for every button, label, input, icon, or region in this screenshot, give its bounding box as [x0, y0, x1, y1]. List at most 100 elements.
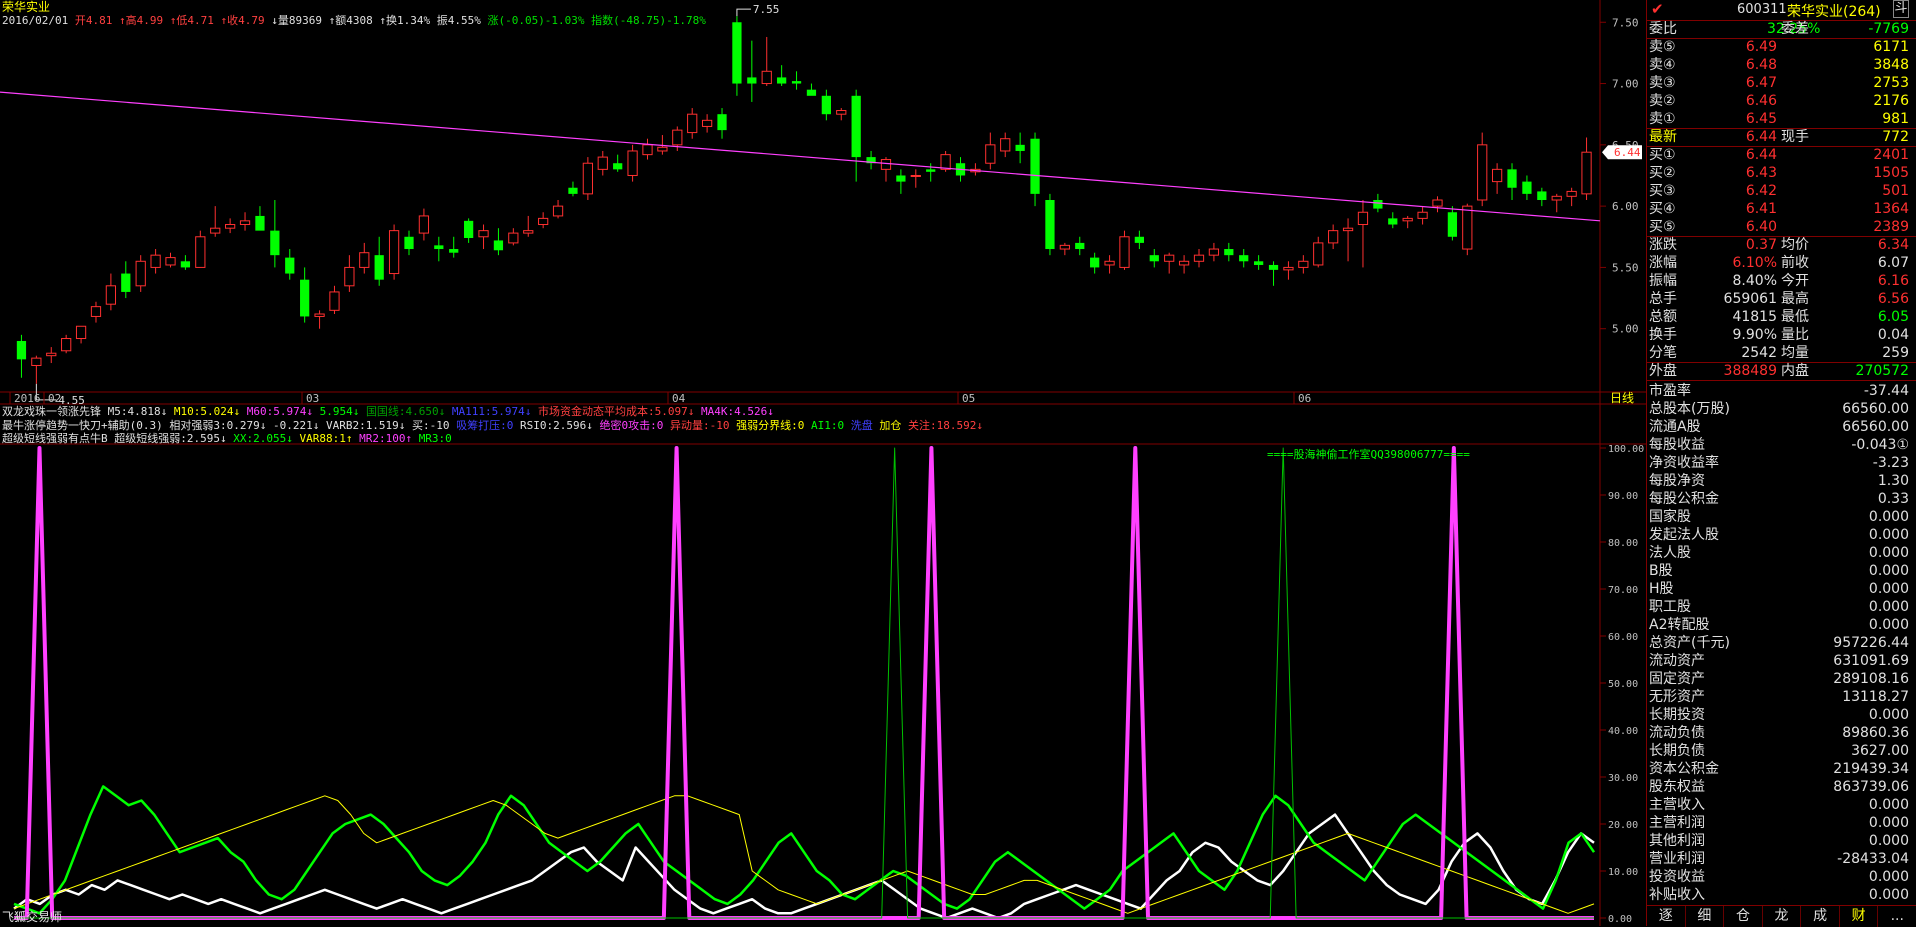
indicator-value: 吸筹打压:0 — [456, 419, 521, 432]
stat-label: 换手 — [1649, 327, 1677, 343]
sub-tick-label: 10.00 — [1608, 867, 1638, 878]
candle-body-down — [791, 81, 802, 84]
bid-row[interactable]: 买② 6.43 1505 — [1647, 164, 1916, 182]
candle-body-up — [1432, 199, 1443, 207]
indicator-value: 买:-10 — [412, 419, 457, 432]
sub-tick-label: 40.00 — [1608, 726, 1638, 737]
stat-label: 量比 — [1781, 327, 1809, 343]
candle-body-up — [1178, 260, 1190, 266]
bid-row[interactable]: 买③ 6.42 501 — [1647, 182, 1916, 200]
candle-body-up — [150, 254, 161, 268]
finance-value: -3.23 — [1872, 455, 1909, 471]
finance-value: 66560.00 — [1842, 401, 1909, 417]
indicator-value: 异动量:-10 — [670, 419, 737, 432]
ask-row[interactable]: 卖⑤ 6.49 6171 — [1647, 38, 1916, 56]
finance-row: 长期投资 0.000 — [1647, 706, 1916, 724]
finance-value: -0.043① — [1851, 437, 1909, 453]
candle-body-up — [910, 174, 921, 177]
candle-body-up — [1313, 242, 1324, 266]
finance-value: 0.000 — [1868, 617, 1909, 633]
sidebar-tab[interactable]: ... — [1878, 906, 1916, 927]
stat-value: 6.16 — [1877, 273, 1909, 289]
stat-label: 均价 — [1781, 237, 1809, 253]
sidebar-tab[interactable]: 成 — [1801, 906, 1840, 927]
candle-body-down — [1015, 144, 1025, 151]
date-tick-label: 03 — [306, 392, 319, 405]
ask-row[interactable]: 卖③ 6.47 2753 — [1647, 74, 1916, 92]
indicator-value: 国国线:4.650↓ — [365, 405, 452, 418]
indicator-value: 最牛涨停趋势一快刀+辅助(0.3) — [2, 419, 170, 432]
candle-body-down — [374, 255, 384, 280]
ask-row[interactable]: 卖② 6.46 2176 — [1647, 92, 1916, 110]
sidebar-tab[interactable]: 细 — [1686, 906, 1725, 927]
candle-body-up — [1462, 205, 1473, 250]
candle-body-down — [1268, 264, 1279, 270]
current-hand-value: 772 — [1882, 129, 1909, 145]
indicator-line-3: 超级短线强弱有点牛B 超级短线强弱:2.595↓ XX:2.055↓ VAR88… — [2, 432, 452, 446]
sub-tick-label: 30.00 — [1608, 773, 1638, 784]
sidebar-tab[interactable]: 财 — [1840, 906, 1879, 927]
finance-row: 市盈率 -37.44 — [1647, 382, 1916, 400]
weicha-value: -7769 — [1868, 21, 1909, 37]
candle-body-up — [31, 357, 42, 366]
candle-body-down — [493, 240, 504, 251]
indicator-value: 强弱分界线:0 — [736, 419, 812, 432]
kline-chart-svg[interactable]: 7.507.006.506.005.505.007.554.556.442016… — [0, 0, 1646, 926]
bid-row[interactable]: 买① 6.44 2401 — [1647, 146, 1916, 164]
corner-badge-icon[interactable]: 斗 — [1893, 0, 1909, 18]
candle-body-up — [195, 236, 206, 268]
sidebar-tab[interactable]: 逐 — [1647, 906, 1686, 927]
candle-body-down — [613, 163, 623, 170]
finance-value: 0.000 — [1868, 707, 1909, 723]
ask-price: 6.48 — [1745, 57, 1777, 73]
finance-row: A2转配股 0.000 — [1647, 616, 1916, 634]
candle-body-up — [90, 306, 102, 317]
candle-body-up — [1417, 211, 1428, 219]
ask-row[interactable]: 卖① 6.45 981 — [1647, 110, 1916, 128]
finance-label: B股 — [1649, 563, 1673, 579]
bid-volume: 2389 — [1873, 219, 1909, 235]
finance-row: 总股本(万股) 66560.00 — [1647, 400, 1916, 418]
candle-body-up — [642, 144, 653, 156]
sub-tick-label: 50.00 — [1608, 679, 1638, 690]
stat-label: 均量 — [1781, 345, 1809, 361]
finance-label: 长期负债 — [1649, 743, 1705, 759]
sidebar-tabs: 逐细仓龙成财... — [1647, 905, 1916, 927]
finance-label: 净资收益率 — [1649, 455, 1719, 471]
check-icon[interactable]: ✔ — [1651, 0, 1664, 18]
finance-value: 13118.27 — [1842, 689, 1909, 705]
bid-row[interactable]: 买④ 6.41 1364 — [1647, 200, 1916, 218]
sidebar-tab[interactable]: 龙 — [1763, 906, 1802, 927]
stock-code: 600311 — [1737, 2, 1787, 17]
chart-area[interactable]: 7.507.006.506.005.505.007.554.556.442016… — [0, 0, 1646, 926]
sidebar-tab[interactable]: 仓 — [1724, 906, 1763, 927]
price-tick-label: 5.50 — [1612, 261, 1639, 274]
period-label[interactable]: 日线 — [1610, 391, 1634, 405]
ask-row[interactable]: 卖④ 6.48 3848 — [1647, 56, 1916, 74]
candle-body-down — [568, 187, 578, 194]
finance-row: 流动负债 89860.36 — [1647, 724, 1916, 742]
candle-body-up — [672, 129, 683, 146]
candle-body-up — [105, 285, 117, 305]
candle-body-down — [1075, 242, 1085, 250]
indicator-line-2: 最牛涨停趋势一快刀+辅助(0.3) 相对强弱3:0.279↓ -0.221↓ V… — [2, 419, 983, 433]
finance-label: 资本公积金 — [1649, 761, 1719, 777]
inner-label: 内盘 — [1781, 363, 1809, 379]
finance-row: 主营收入 0.000 — [1647, 796, 1916, 814]
bid-row[interactable]: 买⑤ 6.40 2389 — [1647, 218, 1916, 236]
indicator-value: 开4.81 — [74, 14, 119, 27]
candle-body-up — [523, 230, 534, 234]
finance-value: 0.000 — [1868, 833, 1909, 849]
finance-value: 1.30 — [1877, 473, 1909, 489]
indicator-value: MR3:0 — [418, 432, 452, 445]
finance-label: 投资收益 — [1649, 869, 1705, 885]
outer-value: 388489 — [1723, 363, 1777, 379]
indicator-value: 超级短线强弱:2.595↓ — [114, 432, 234, 445]
bid-price: 6.44 — [1745, 147, 1777, 163]
finance-value: -37.44 — [1863, 383, 1909, 399]
finance-value: 0.000 — [1868, 563, 1909, 579]
finance-value: 0.000 — [1868, 527, 1909, 543]
ask-price: 6.49 — [1745, 39, 1777, 55]
indicator-value: 5.954↓ — [319, 405, 366, 418]
finance-label: 主营收入 — [1649, 797, 1705, 813]
